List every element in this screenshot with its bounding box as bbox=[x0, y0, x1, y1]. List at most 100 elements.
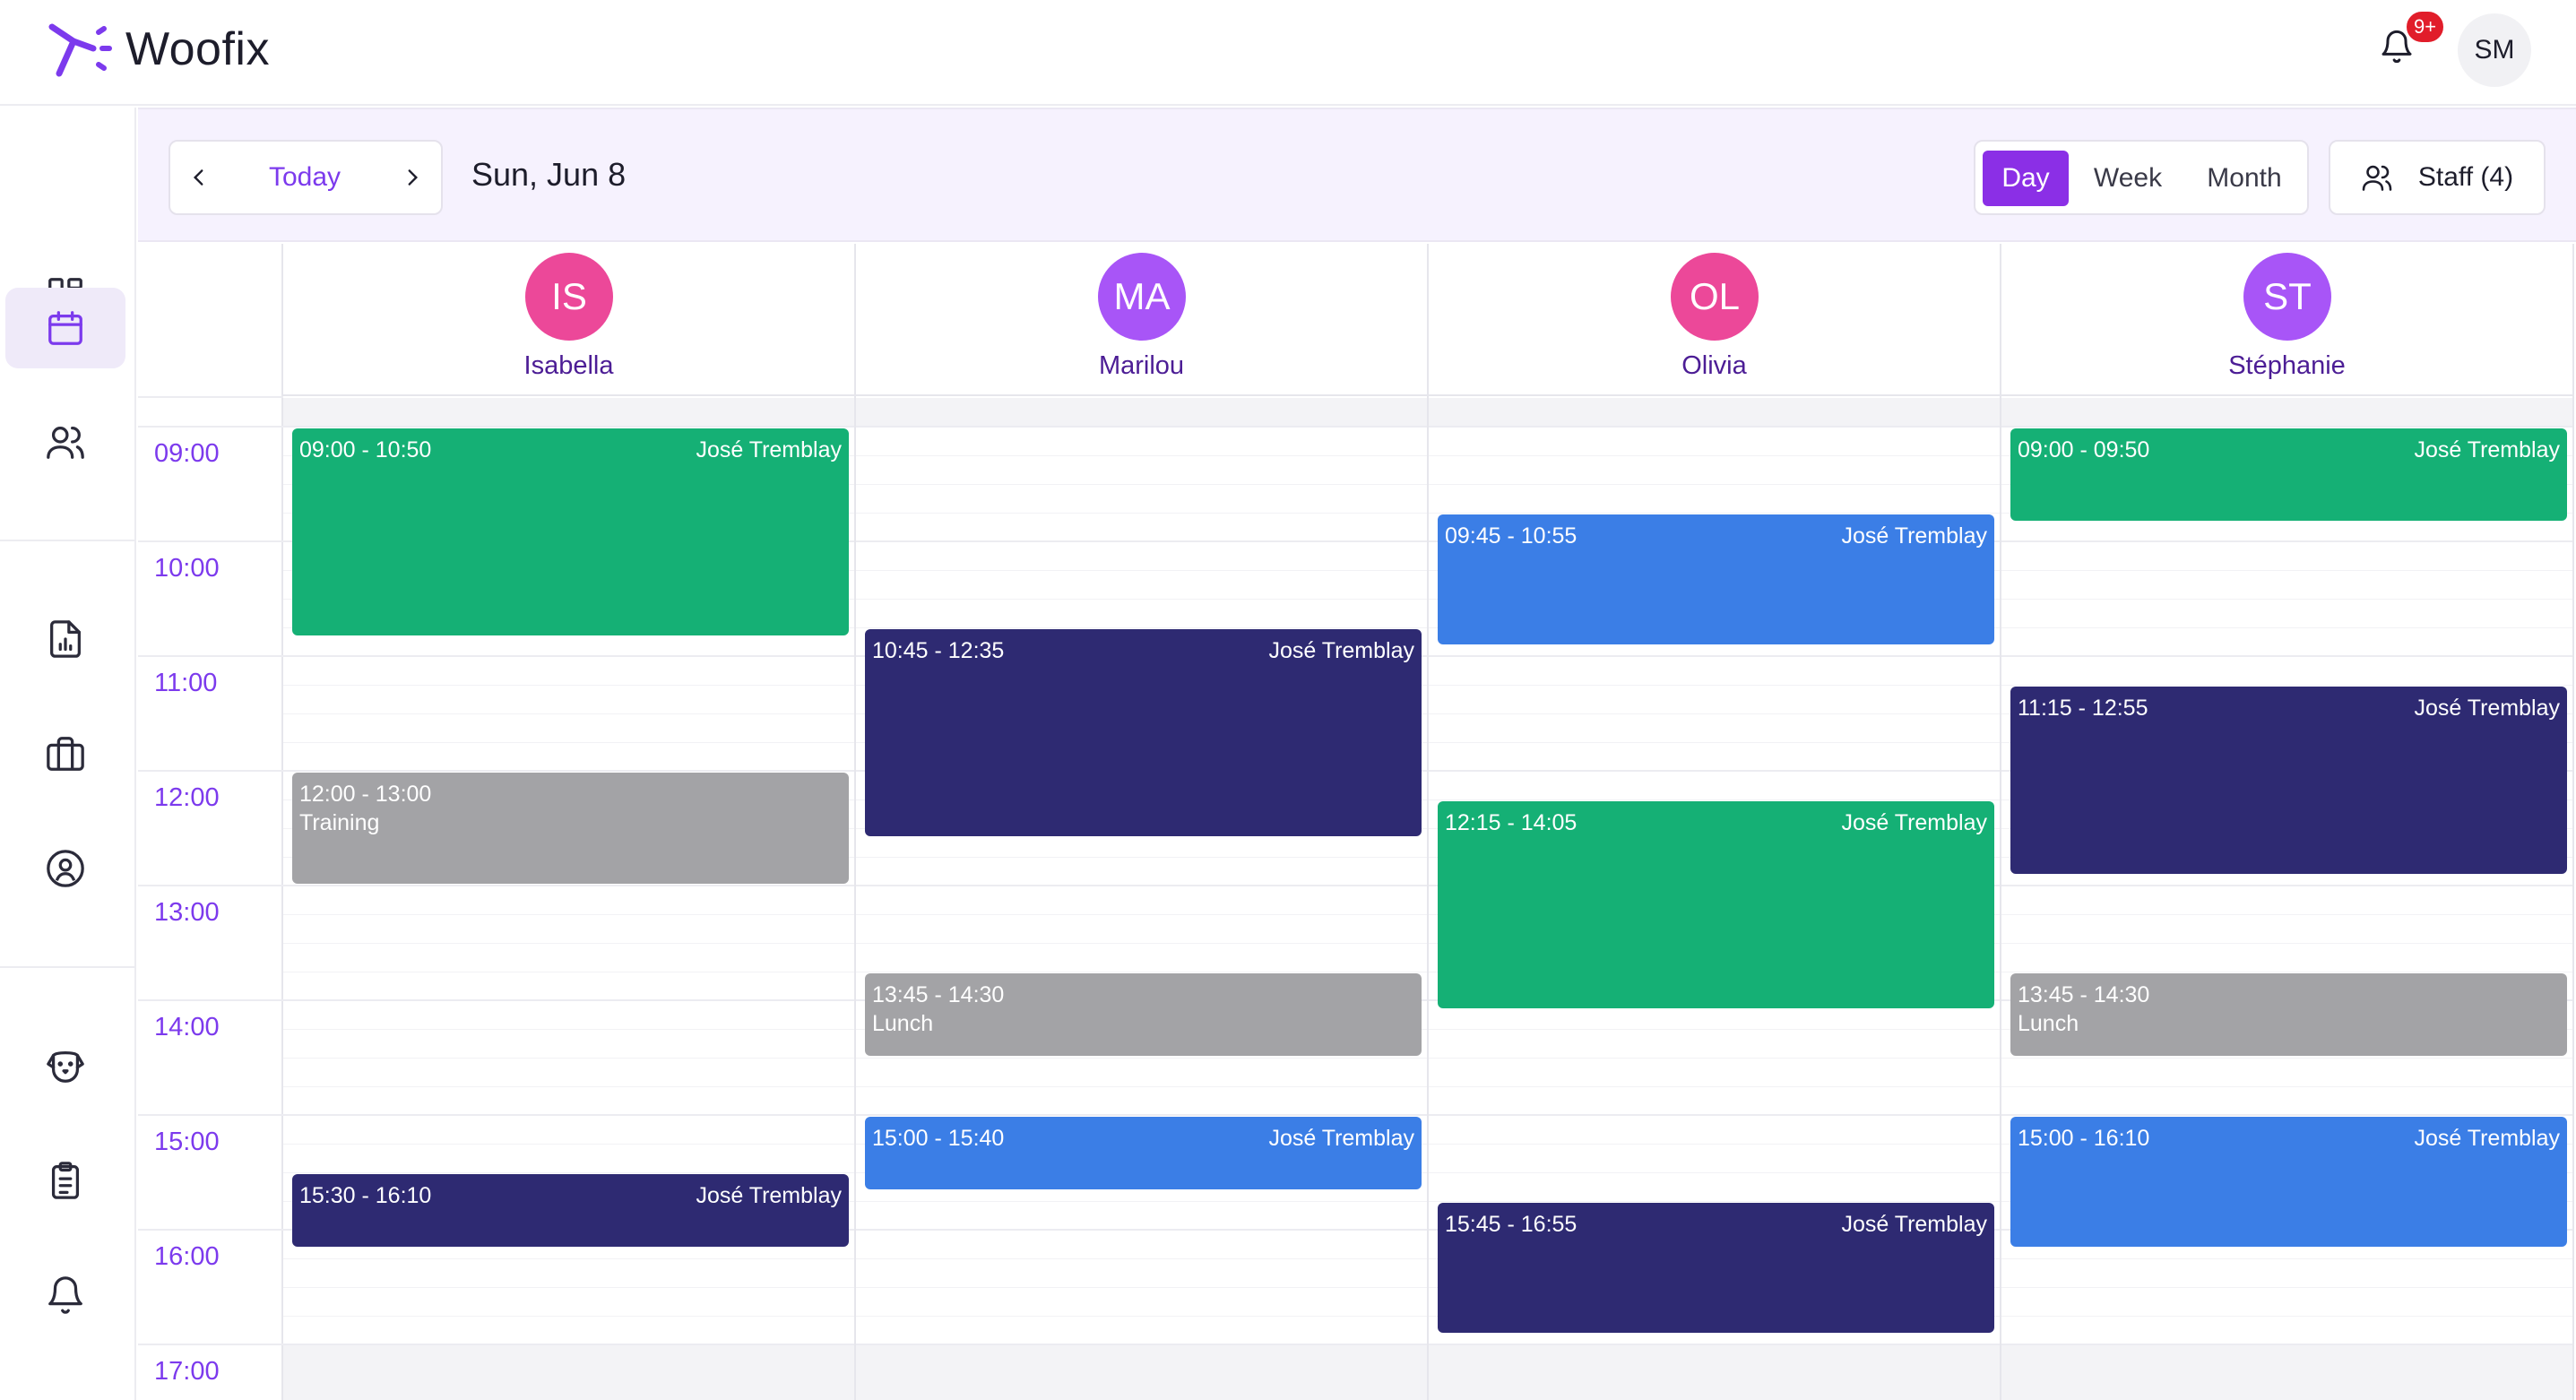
sidebar-divider bbox=[0, 540, 136, 541]
bell-icon bbox=[48, 1276, 82, 1314]
quarter-line bbox=[856, 857, 1427, 858]
quarter-line bbox=[856, 570, 1427, 571]
quarter-line bbox=[283, 1058, 854, 1059]
sidebar-item-reports[interactable] bbox=[5, 599, 125, 679]
appointment-time: 15:00 - 15:40 bbox=[872, 1126, 1005, 1151]
current-date-title: Sun, Jun 8 bbox=[471, 156, 627, 193]
time-label: 09:00 bbox=[154, 439, 220, 468]
quarter-line bbox=[2001, 685, 2572, 686]
hour-line bbox=[283, 426, 854, 428]
appointment-time: 15:30 - 16:10 bbox=[299, 1183, 432, 1208]
appointment-card[interactable]: 09:45 - 10:55 José Tremblay bbox=[1438, 514, 1994, 645]
appointment-time: 09:45 - 10:55 bbox=[1445, 523, 1578, 549]
today-button[interactable]: Today bbox=[228, 142, 382, 213]
sidebar-item-profile[interactable] bbox=[5, 828, 125, 909]
quarter-line bbox=[1429, 799, 2000, 800]
hour-line bbox=[2001, 1114, 2572, 1116]
users-icon bbox=[47, 427, 84, 459]
view-week-button[interactable]: Week bbox=[2079, 151, 2176, 206]
quarter-line bbox=[2001, 570, 2572, 571]
appointment-client: José Tremblay bbox=[1841, 523, 1987, 549]
sidebar-item-pets[interactable] bbox=[5, 1025, 125, 1106]
staff-column-header: ST Stéphanie bbox=[2001, 244, 2572, 396]
appointment-card[interactable]: 09:00 - 10:50 José Tremblay bbox=[292, 428, 849, 635]
appointment-client: José Tremblay bbox=[2414, 437, 2560, 462]
quarter-line bbox=[1429, 685, 2000, 686]
sidebar-divider bbox=[0, 966, 136, 968]
hour-line bbox=[856, 426, 1427, 428]
quarter-line bbox=[1429, 713, 2000, 714]
staff-column[interactable]: OL Olivia 09:45 - 10:55 José Tremblay 12:15 … bbox=[1429, 244, 2001, 1400]
off-hours-band bbox=[1429, 1344, 2000, 1400]
hour-line bbox=[856, 1344, 1427, 1345]
quarter-line bbox=[283, 1029, 854, 1030]
quarter-line bbox=[856, 455, 1427, 456]
user-circle-icon bbox=[47, 850, 84, 887]
appointment-client: José Tremblay bbox=[1841, 1212, 1987, 1237]
quarter-line bbox=[856, 1258, 1427, 1259]
appointment-title: Training bbox=[299, 810, 380, 835]
staff-avatar: IS bbox=[525, 253, 613, 341]
appointment-card[interactable]: 13:45 - 14:30 Lunch bbox=[2010, 973, 2567, 1056]
appointment-time: 09:00 - 10:50 bbox=[299, 437, 432, 462]
hour-line bbox=[2001, 540, 2572, 542]
quarter-line bbox=[856, 1086, 1427, 1087]
hour-line bbox=[1429, 770, 2000, 772]
sidebar-item-calendar[interactable] bbox=[5, 288, 125, 368]
appointment-time: 13:45 - 14:30 bbox=[2018, 982, 2150, 1007]
appointment-card[interactable]: 15:45 - 16:55 José Tremblay bbox=[1438, 1203, 1994, 1334]
quarter-line bbox=[2001, 1086, 2572, 1087]
staff-column[interactable]: IS Isabella 09:00 - 10:50 José Tremblay 12:0… bbox=[283, 244, 856, 1400]
staff-avatar: ST bbox=[2243, 253, 2331, 341]
view-month-button[interactable]: Month bbox=[2187, 151, 2302, 206]
date-navigator: Today bbox=[169, 140, 443, 215]
next-day-button[interactable] bbox=[384, 142, 441, 213]
staff-column[interactable]: MA Marilou 10:45 - 12:35 José Tremblay 13:45… bbox=[856, 244, 1429, 1400]
notification-count-badge: 9+ bbox=[2404, 9, 2447, 45]
time-gutter: 09:00 10:00 11:00 12:00 13:00 14:00 15:00 16:00… bbox=[138, 244, 283, 1400]
appointment-card[interactable]: 15:00 - 15:40 José Tremblay bbox=[865, 1117, 1422, 1190]
quarter-line bbox=[1429, 1058, 2000, 1059]
staff-name: Isabella bbox=[523, 351, 614, 380]
quarter-line bbox=[2001, 1058, 2572, 1059]
app-name: Woofix bbox=[125, 23, 270, 75]
prev-day-button[interactable] bbox=[170, 142, 228, 213]
staff-column[interactable]: ST Stéphanie 09:00 - 09:50 José Tremblay 11:… bbox=[2001, 244, 2574, 1400]
sidebar-item-tasks[interactable] bbox=[5, 1140, 125, 1221]
gutter-header-line bbox=[138, 396, 283, 398]
quarter-line bbox=[2001, 1258, 2572, 1259]
chevron-left-icon bbox=[193, 169, 203, 186]
hour-line bbox=[2001, 1344, 2572, 1345]
staff-filter-button[interactable]: Staff (4) bbox=[2329, 140, 2546, 215]
appointment-time: 13:45 - 14:30 bbox=[872, 982, 1005, 1007]
quarter-line bbox=[1429, 1201, 2000, 1202]
appointment-client: José Tremblay bbox=[1268, 1126, 1414, 1151]
appointment-card[interactable]: 15:30 - 16:10 José Tremblay bbox=[292, 1174, 849, 1248]
view-day-button[interactable]: Day bbox=[1983, 151, 2069, 206]
appointment-card[interactable]: 12:00 - 13:00 Training bbox=[292, 773, 849, 884]
off-hours-band bbox=[2001, 1344, 2572, 1400]
report-icon bbox=[50, 620, 81, 658]
dog-icon bbox=[47, 1050, 84, 1083]
appointment-card[interactable]: 09:00 - 09:50 José Tremblay bbox=[2010, 428, 2567, 521]
appointment-card[interactable]: 10:45 - 12:35 José Tremblay bbox=[865, 629, 1422, 836]
sidebar-item-notifications[interactable] bbox=[5, 1255, 125, 1335]
quarter-line bbox=[1429, 742, 2000, 743]
app-logo[interactable]: Woofix bbox=[47, 18, 270, 81]
hour-line bbox=[283, 1114, 854, 1116]
time-label: 11:00 bbox=[154, 669, 218, 697]
sidebar-item-clients[interactable] bbox=[5, 402, 125, 482]
notifications-button[interactable]: 9+ bbox=[2379, 9, 2447, 72]
appointment-client: José Tremblay bbox=[696, 437, 842, 462]
sidebar-item-services[interactable] bbox=[5, 713, 125, 794]
appointment-card[interactable]: 15:00 - 16:10 José Tremblay bbox=[2010, 1117, 2567, 1248]
appointment-card[interactable]: 11:15 - 12:55 José Tremblay bbox=[2010, 687, 2567, 875]
appointment-card[interactable]: 13:45 - 14:30 Lunch bbox=[865, 973, 1422, 1056]
appointment-time: 15:45 - 16:55 bbox=[1445, 1212, 1578, 1237]
quarter-line bbox=[856, 599, 1427, 600]
user-avatar[interactable]: SM bbox=[2458, 13, 2531, 87]
quarter-line bbox=[856, 627, 1427, 628]
quarter-line bbox=[2001, 914, 2572, 915]
time-label: 13:00 bbox=[154, 898, 220, 927]
appointment-card[interactable]: 12:15 - 14:05 José Tremblay bbox=[1438, 801, 1994, 1008]
